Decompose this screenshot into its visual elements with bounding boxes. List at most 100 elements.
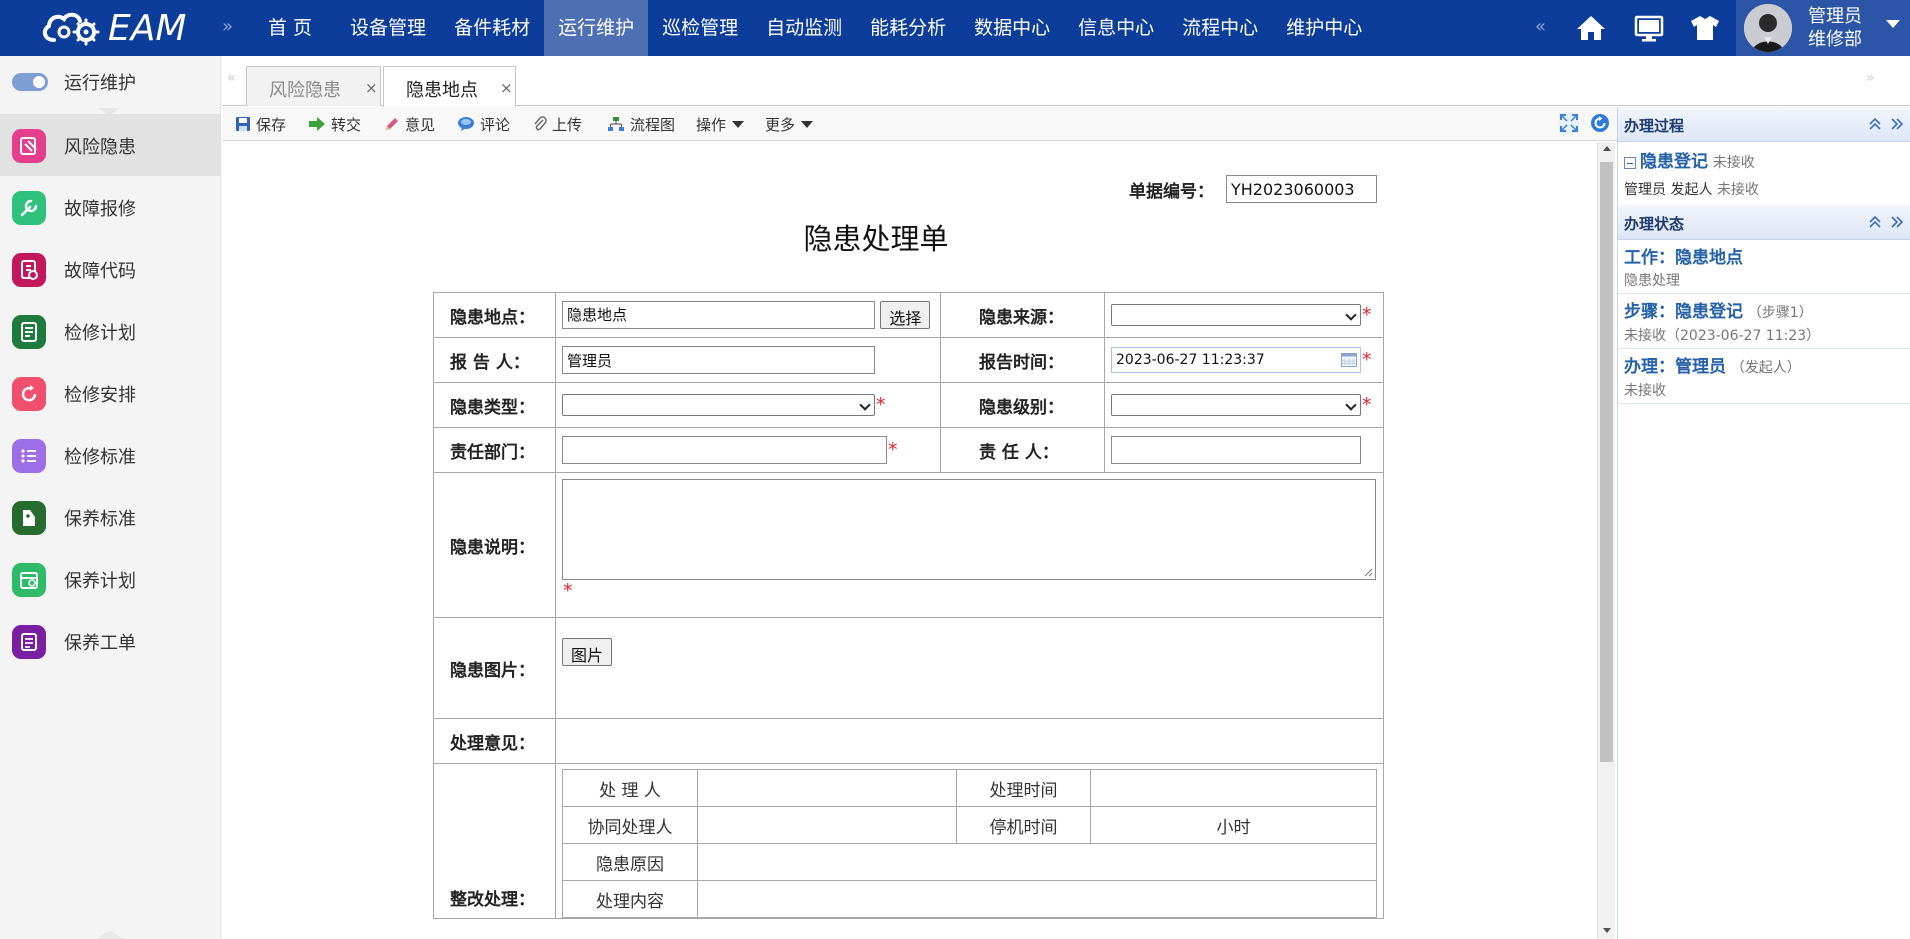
nav-scroll-left-icon[interactable]: » — [222, 16, 233, 37]
home-icon[interactable] — [1575, 12, 1607, 44]
nav-item-maintenance-center[interactable]: 维护中心 — [1272, 0, 1376, 56]
step-value[interactable]: 隐患登记 — [1675, 302, 1743, 322]
save-icon — [236, 117, 250, 131]
form-row: 处理意见： — [433, 718, 1384, 764]
main-nav: 首 页 设备管理 备件耗材 运行维护 巡检管理 自动监测 能耗分析 数据中心 信… — [254, 0, 1376, 56]
save-button[interactable]: 保存 — [235, 113, 286, 135]
required-mark: * — [563, 580, 573, 602]
sidebar-item-upkeep-order[interactable]: 保养工单 — [0, 610, 221, 672]
owner-input[interactable] — [1111, 436, 1361, 464]
select-location-button[interactable]: 选择 — [880, 301, 931, 330]
save-label: 保存 — [256, 115, 287, 134]
nav-item-equipment[interactable]: 设备管理 — [336, 0, 440, 56]
collapse-tree-icon[interactable] — [1624, 156, 1636, 169]
operate-dropdown[interactable]: 操作 — [696, 113, 745, 135]
tab-scroll-left-icon[interactable]: « — [227, 70, 236, 86]
step-note: （步骤1） — [1747, 305, 1813, 321]
close-icon[interactable]: × — [500, 79, 513, 97]
sidebar-item-repair-plan[interactable]: 检修计划 — [0, 300, 221, 362]
app-logo[interactable]: EAM — [40, 6, 186, 50]
upload-button[interactable]: 上传 — [533, 113, 582, 135]
nav-item-spare-parts[interactable]: 备件耗材 — [440, 0, 544, 56]
sidebar-item-fault-report[interactable]: 故障报修 — [0, 176, 221, 238]
handler-value[interactable] — [697, 769, 957, 807]
picture-button[interactable]: 图片 — [562, 638, 613, 666]
resize-handle-icon[interactable] — [1364, 568, 1373, 577]
reporter-input[interactable] — [562, 346, 875, 374]
nav-item-energy[interactable]: 能耗分析 — [856, 0, 960, 56]
level-label: 隐患级别： — [940, 382, 1105, 428]
collapse-up-icon[interactable] — [1868, 215, 1882, 229]
opinion-button[interactable]: 意见 — [384, 113, 435, 135]
shirt-icon[interactable] — [1689, 12, 1721, 44]
user-dropdown-icon[interactable] — [1886, 20, 1900, 28]
owner-label: 责 任 人： — [940, 427, 1105, 473]
vertical-scrollbar[interactable] — [1597, 142, 1615, 939]
close-icon[interactable]: × — [365, 79, 378, 97]
plan-icon — [12, 315, 46, 349]
report-time-input[interactable] — [1111, 347, 1361, 373]
desc-textarea[interactable] — [562, 479, 1376, 580]
dept-input[interactable] — [562, 436, 887, 464]
sidebar-item-repair-standard[interactable]: 检修标准 — [0, 424, 221, 486]
level-select[interactable] — [1111, 394, 1361, 416]
nav-item-workflow-center[interactable]: 流程中心 — [1168, 0, 1272, 56]
rectify-table: 处 理 人 处理时间 协同处理人 停机时间 小时 隐患原因 处理内容 — [562, 769, 1377, 918]
fullscreen-icon[interactable] — [1558, 112, 1580, 134]
desc-label: 隐患说明： — [433, 472, 556, 618]
flowchart-button[interactable]: 流程图 — [607, 113, 675, 135]
scroll-down-icon[interactable] — [1603, 928, 1611, 933]
process-user: 管理员 — [1624, 182, 1666, 198]
scrollbar-thumb[interactable] — [1600, 162, 1613, 762]
sidebar-item-repair-schedule[interactable]: 检修安排 — [0, 362, 221, 424]
form-row: 责任部门： * 责 任 人： — [433, 427, 1384, 473]
divider — [1618, 293, 1910, 294]
table-row: 处 理 人 处理时间 — [562, 769, 1377, 807]
doc-no-input[interactable] — [1226, 175, 1377, 203]
type-select[interactable] — [562, 394, 875, 416]
expand-right-icon[interactable] — [1890, 215, 1904, 229]
nav-item-data-center[interactable]: 数据中心 — [960, 0, 1064, 56]
nav-item-info-center[interactable]: 信息中心 — [1064, 0, 1168, 56]
handle-sub: 未接收 — [1624, 383, 1666, 399]
nav-item-monitoring[interactable]: 自动监测 — [752, 0, 856, 56]
co-handler-label: 协同处理人 — [562, 806, 698, 844]
co-handler-value[interactable] — [697, 806, 957, 844]
nav-item-inspection[interactable]: 巡检管理 — [648, 0, 752, 56]
nav-item-operation-maintenance[interactable]: 运行维护 — [544, 0, 649, 56]
scroll-up-icon[interactable] — [1603, 146, 1611, 151]
wrench-icon — [12, 191, 46, 225]
user-department: 维修部 — [1808, 29, 1862, 50]
sidebar-item-fault-code[interactable]: 故障代码 — [0, 238, 221, 300]
user-menu[interactable]: 管理员 维修部 — [1736, 0, 1910, 56]
expand-right-icon[interactable] — [1890, 117, 1904, 131]
sidebar-toggle[interactable] — [12, 73, 48, 91]
nav-scroll-right-icon[interactable]: « — [1535, 16, 1546, 37]
location-input[interactable] — [562, 300, 875, 329]
cause-value[interactable] — [697, 843, 1377, 881]
nav-item-home[interactable]: 首 页 — [254, 0, 336, 56]
refresh-icon[interactable] — [1589, 112, 1611, 134]
downtime-value[interactable]: 小时 — [1090, 806, 1377, 844]
sidebar-item-upkeep-plan[interactable]: 保养计划 — [0, 548, 221, 610]
sidebar: 运行维护 风险隐患 故障报修 故障代码 检修计划 检修安排 检修标准 保养标准 … — [0, 56, 221, 939]
content-value[interactable] — [697, 880, 1377, 918]
collapse-up-icon[interactable] — [1868, 117, 1882, 131]
tab-scroll-right-icon[interactable]: » — [1866, 70, 1875, 86]
handle-value[interactable]: 管理员 — [1675, 357, 1726, 377]
tab-risk[interactable]: 风险隐患 × — [246, 66, 381, 106]
sidebar-item-risk[interactable]: 风险隐患 — [0, 114, 221, 176]
transfer-button[interactable]: 转交 — [308, 113, 361, 135]
tag-icon — [12, 501, 46, 535]
sidebar-item-upkeep-standard[interactable]: 保养标准 — [0, 486, 221, 548]
work-value[interactable]: 隐患地点 — [1675, 248, 1743, 268]
cloud-gear-icon — [42, 12, 100, 46]
more-dropdown[interactable]: 更多 — [765, 113, 814, 135]
comment-button[interactable]: 评论 — [457, 113, 510, 135]
process-step-link[interactable]: 隐患登记 — [1640, 152, 1708, 172]
calendar-icon[interactable] — [1341, 353, 1357, 367]
desktop-icon[interactable] — [1633, 12, 1665, 44]
tab-location[interactable]: 隐患地点 × — [383, 66, 516, 107]
handle-time-value[interactable] — [1090, 769, 1377, 807]
source-select[interactable] — [1111, 304, 1361, 326]
